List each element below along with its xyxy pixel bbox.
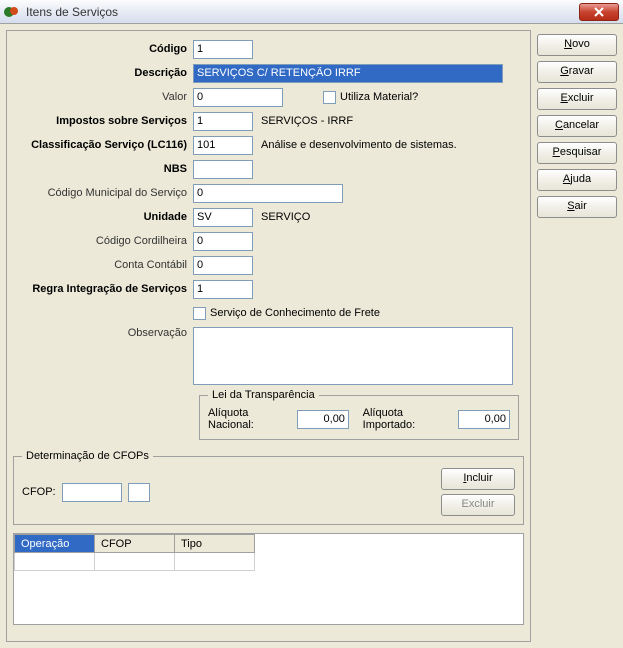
utiliza-material-label: Utiliza Material? — [340, 91, 418, 103]
app-icon — [4, 4, 20, 20]
novo-button[interactable]: Novo — [537, 34, 617, 56]
cfop-table-wrap: Operação CFOP Tipo — [13, 533, 524, 625]
cfop-input[interactable] — [62, 483, 122, 502]
impostos-label: Impostos sobre Serviços — [13, 115, 193, 127]
frete-label: Serviço de Conhecimento de Frete — [210, 307, 380, 319]
impostos-desc: SERVIÇOS - IRRF — [253, 115, 353, 127]
col-cfop[interactable]: CFOP — [95, 535, 175, 553]
conta-input[interactable] — [193, 256, 253, 275]
sidebar: Novo Gravar Excluir Cancelar Pesquisar A… — [537, 30, 617, 642]
nbs-input[interactable] — [193, 160, 253, 179]
window-title: Itens de Serviços — [26, 5, 579, 19]
classif-desc: Análise e desenvolvimento de sistemas. — [253, 139, 457, 151]
frete-checkbox[interactable] — [193, 307, 206, 320]
main-panel: Código Descrição Valor Utiliza Material?… — [6, 30, 531, 642]
transparencia-group: Lei da Transparência Alíquota Nacional: … — [199, 389, 519, 440]
descricao-label: Descrição — [13, 67, 193, 79]
cfop-table[interactable]: Operação CFOP Tipo — [14, 534, 255, 571]
transparencia-legend: Lei da Transparência — [208, 389, 319, 401]
col-operacao[interactable]: Operação — [15, 535, 95, 553]
cod-mun-label: Código Municipal do Serviço — [13, 187, 193, 199]
cfop-legend: Determinação de CFOPs — [22, 450, 153, 462]
close-button[interactable] — [579, 3, 619, 21]
cfop-excluir-button[interactable]: Excluir — [441, 494, 515, 516]
aliq-nac-input[interactable] — [297, 410, 349, 429]
nbs-label: NBS — [13, 163, 193, 175]
utiliza-material-checkbox[interactable] — [323, 91, 336, 104]
impostos-input[interactable] — [193, 112, 253, 131]
aliq-imp-input[interactable] — [458, 410, 510, 429]
table-row[interactable] — [15, 553, 255, 571]
aliq-imp-label: Alíquota Importado: — [363, 407, 454, 431]
excluir-button[interactable]: Excluir — [537, 88, 617, 110]
sair-button[interactable]: Sair — [537, 196, 617, 218]
descricao-input[interactable] — [193, 64, 503, 83]
cfop-incluir-button[interactable]: Incluir — [441, 468, 515, 490]
pesquisar-button[interactable]: Pesquisar — [537, 142, 617, 164]
cfop-group: Determinação de CFOPs CFOP: Incluir Excl… — [13, 450, 524, 525]
unidade-label: Unidade — [13, 211, 193, 223]
col-tipo[interactable]: Tipo — [175, 535, 255, 553]
conta-label: Conta Contábil — [13, 259, 193, 271]
regra-label: Regra Integração de Serviços — [13, 283, 193, 295]
regra-input[interactable] — [193, 280, 253, 299]
titlebar: Itens de Serviços — [0, 0, 623, 24]
obs-label: Observação — [13, 327, 193, 339]
gravar-button[interactable]: Gravar — [537, 61, 617, 83]
cordilheira-label: Código Cordilheira — [13, 235, 193, 247]
valor-input[interactable] — [193, 88, 283, 107]
cordilheira-input[interactable] — [193, 232, 253, 251]
unidade-input[interactable] — [193, 208, 253, 227]
valor-label: Valor — [13, 91, 193, 103]
aliq-nac-label: Alíquota Nacional: — [208, 407, 293, 431]
ajuda-button[interactable]: Ajuda — [537, 169, 617, 191]
codigo-input[interactable] — [193, 40, 253, 59]
observacao-textarea[interactable] — [193, 327, 513, 385]
classif-input[interactable] — [193, 136, 253, 155]
cod-mun-input[interactable] — [193, 184, 343, 203]
cfop-aux-input[interactable] — [128, 483, 150, 502]
codigo-label: Código — [13, 43, 193, 55]
classif-label: Classificação Serviço (LC116) — [13, 139, 193, 151]
unidade-desc: SERVIÇO — [253, 211, 310, 223]
cfop-label: CFOP: — [22, 486, 56, 498]
cancelar-button[interactable]: Cancelar — [537, 115, 617, 137]
